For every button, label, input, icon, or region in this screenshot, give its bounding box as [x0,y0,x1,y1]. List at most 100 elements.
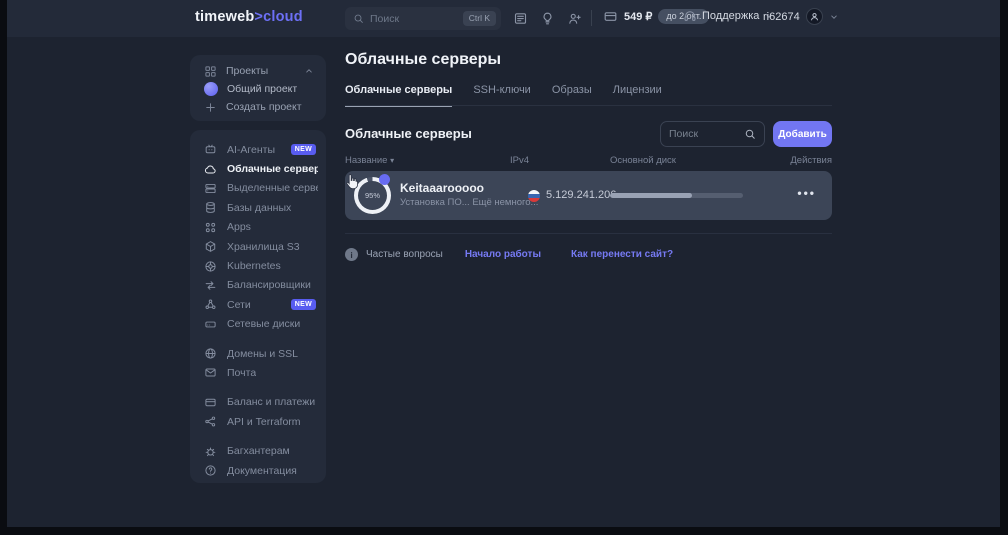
question-circle-icon [204,464,217,477]
wallet-icon [603,9,618,24]
changelog-button[interactable] [511,9,529,27]
plus-icon [204,101,217,114]
apps-icon [204,221,217,234]
tab-cloud-servers[interactable]: Облачные серверы [345,84,452,107]
column-header-disk: Основной диск [610,155,676,166]
column-header-name[interactable]: Название ▾ [345,155,394,166]
sidebar-item-label: Apps [227,221,251,233]
column-header-ipv4: IPv4 [510,155,529,166]
database-icon [204,201,217,214]
sort-caret-icon: ▾ [390,156,394,165]
sidebar-item-networks[interactable]: Сети NEW [204,295,318,314]
sidebar-item-kubernetes[interactable]: Kubernetes [204,256,318,275]
search-icon [744,128,756,140]
create-project-button[interactable]: Создать проект [204,99,314,115]
project-avatar [204,82,218,96]
global-search-input[interactable] [364,13,463,25]
referral-button[interactable] [565,9,583,27]
projects-title: Проекты [226,65,268,77]
tab-divider [345,105,832,106]
create-project-label: Создать проект [226,101,302,113]
ru-flag-icon [528,190,540,202]
lightbulb-icon [540,11,555,26]
cloud-icon [204,163,217,176]
sidebar-item-dedicated-servers[interactable]: Выделенные серверы [204,179,318,198]
sidebar-item-label: Почта [227,367,256,379]
network-nodes-icon [204,298,217,311]
server-status: Установка ПО... Ещё немного... [400,197,538,208]
sidebar-item-cloud-servers[interactable]: Облачные серверы [204,159,318,178]
column-header-actions: Действия [790,155,832,166]
table-bottom-divider [345,233,832,234]
api-nodes-icon [204,415,217,428]
mouse-cursor [343,173,360,190]
user-name: ri62674 [763,11,800,23]
current-project[interactable]: Общий проект [204,81,314,97]
top-header: timeweb>cloud Ctrl K 549 ₽ до 2 окт. Под… [7,0,1000,37]
balance-amount: 549 ₽ [624,10,652,23]
sidebar-item-network-disks[interactable]: Сетевые диски [204,315,318,334]
user-menu[interactable]: ri62674 [763,8,839,25]
kubernetes-icon [204,260,217,273]
support-menu[interactable]: Поддержка [683,9,774,23]
sidebar-item-mail[interactable]: Почта [204,363,318,382]
news-icon [513,11,528,26]
sidebar-item-label: Домены и SSL [227,348,298,360]
logo-part1: timeweb [195,9,254,25]
sidebar-item-apps[interactable]: Apps [204,218,318,237]
info-icon: i [345,248,358,261]
box-icon [204,240,217,253]
sidebar-item-documentation[interactable]: Документация [204,461,318,480]
chevron-up-icon [304,66,314,76]
search-shortcut-badge: Ctrl K [463,11,496,26]
header-divider [591,10,592,26]
sidebar-item-label: Сети [227,299,251,311]
tab-bar: Облачные серверы SSH-ключи Образы Лиценз… [345,84,662,107]
sidebar-item-balancers[interactable]: Балансировщики [204,276,318,295]
table-search[interactable] [660,121,765,147]
tab-ssh-keys[interactable]: SSH-ключи [473,84,531,107]
sidebar-item-bughunters[interactable]: Багхантерам [204,441,318,460]
sidebar-item-label: Сетевые диски [227,318,300,330]
sidebar-item-databases[interactable]: Базы данных [204,198,318,217]
tab-licenses[interactable]: Лицензии [613,84,662,107]
sidebar-item-api-terraform[interactable]: API и Terraform [204,412,318,431]
server-row[interactable]: 95% Keitaaarooooo Установка ПО... Ещё не… [345,171,832,220]
new-badge: NEW [291,299,316,310]
link-getting-started[interactable]: Начало работы [465,249,541,260]
sidebar-item-balance-payments[interactable]: Баланс и платежи [204,393,318,412]
sidebar-item-s3-storage[interactable]: Хранилища S3 [204,237,318,256]
ideas-button[interactable] [538,9,556,27]
page-title: Облачные серверы [345,51,501,69]
projects-header[interactable]: Проекты [204,63,314,79]
headset-icon [683,9,697,23]
add-server-button[interactable]: Добавить [773,121,832,147]
sidebar-item-label: Базы данных [227,202,291,214]
global-search[interactable]: Ctrl K [345,7,501,30]
timeweb-cloud-app: timeweb>cloud Ctrl K 549 ₽ до 2 окт. Под… [7,0,1000,527]
bug-icon [204,445,217,458]
table-search-input[interactable] [669,128,744,140]
server-icon [204,182,217,195]
link-migrate-site[interactable]: Как перенести сайт? [571,249,673,260]
tab-images[interactable]: Образы [552,84,592,107]
sidebar-item-label: Облачные серверы [227,163,318,175]
sidebar-item-ai-agents[interactable]: AI-АгентыNEW [204,140,318,159]
avatar [806,8,823,25]
mail-icon [204,366,217,379]
row-actions-button[interactable]: ••• [797,186,816,200]
person-add-icon [567,11,582,26]
projects-grid-icon [204,65,217,78]
projects-panel: Проекты Общий проект Создать проект [190,55,326,121]
status-dot [379,174,390,185]
sidebar-menu: AI-АгентыNEW Облачные серверы Выделенные… [190,130,326,483]
logo-separator: > [254,9,263,25]
timeweb-cloud-logo[interactable]: timeweb>cloud [195,9,303,25]
sidebar-item-domains-ssl[interactable]: Домены и SSL [204,344,318,363]
sidebar-item-label: Документация [227,465,297,477]
sidebar-item-label: Хранилища S3 [227,241,300,253]
disk-usage-bar [610,193,743,198]
user-icon [809,11,820,22]
section-title: Облачные серверы [345,126,472,141]
disk-usage-fill [610,193,692,198]
